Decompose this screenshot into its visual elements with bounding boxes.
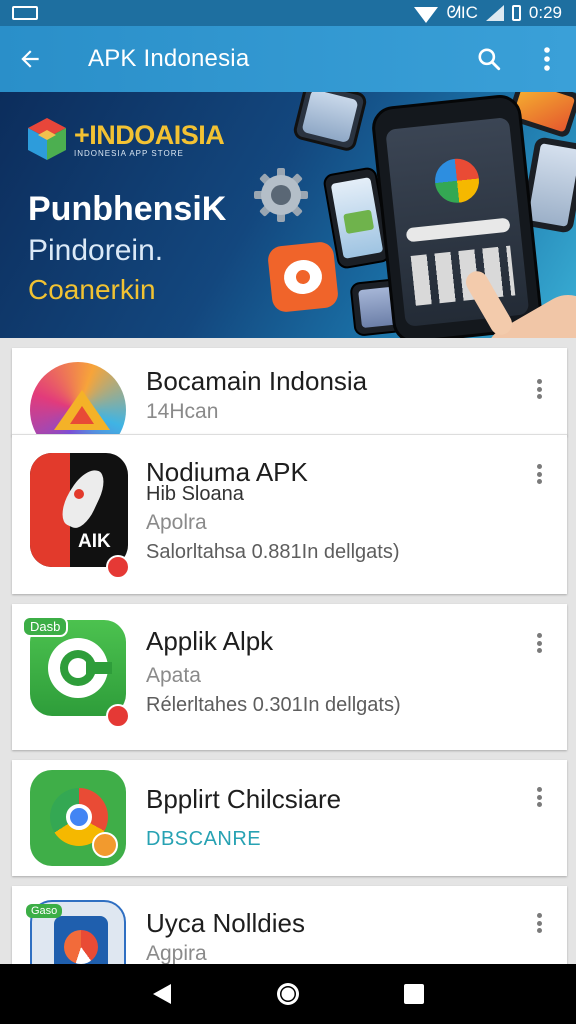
wifi-icon: [414, 6, 439, 23]
phone-illustration: [369, 92, 545, 338]
app-name: Uyca Nolldies: [146, 908, 305, 938]
phone-illustration: [291, 92, 369, 153]
item-menu-button[interactable]: [529, 910, 549, 936]
banner-line-3: Coanerkin: [28, 274, 156, 305]
image-notification-icon: [12, 6, 38, 20]
app-icon-label: AIK: [78, 531, 111, 552]
app-name: Bpplirt Chilcsiare: [146, 784, 342, 814]
battery-icon: [511, 5, 521, 21]
update-badge: [106, 555, 130, 579]
banner-line-1: PunbhensiK: [28, 190, 227, 228]
back-arrow-icon: [21, 50, 39, 68]
status-time: 0:29: [528, 3, 562, 22]
item-menu-button[interactable]: [529, 784, 549, 810]
app-list-item[interactable]: Dasb Applik Alpk Apata Rélerltahes 0.301…: [12, 604, 567, 750]
overflow-menu-button[interactable]: [518, 26, 576, 92]
item-menu-button[interactable]: [529, 461, 549, 487]
recents-nav-button[interactable]: [403, 983, 425, 1005]
banner-brand: +INDOAISIA: [74, 120, 225, 150]
app-stats: Rélerltahes 0.301In dellgats): [146, 694, 401, 716]
item-menu-button[interactable]: [529, 630, 549, 656]
cube-logo-icon: [28, 118, 66, 160]
banner-line-2: Pindorein.: [28, 234, 164, 267]
chat-app-icon: [266, 240, 340, 314]
promo-banner[interactable]: +INDOAISIA INDONESIA APP STORE Punbhensi…: [0, 92, 576, 338]
signal-label: ᘛIC: [446, 3, 478, 22]
gear-icon: [254, 168, 308, 222]
back-nav-button[interactable]: [151, 982, 173, 1006]
banner-logo: +INDOAISIA INDONESIA APP STORE: [26, 116, 225, 162]
app-subtitle: Apolra: [146, 511, 207, 534]
app-list-item[interactable]: AIK Nodiuma APK Hib Sloana Apolra Salorl…: [12, 434, 567, 594]
app-icon: [30, 770, 126, 866]
app-tag-badge: Dasb: [22, 616, 69, 637]
search-icon: [478, 48, 501, 71]
item-menu-button[interactable]: [529, 376, 549, 402]
app-list-item[interactable]: Bocamain Indonsia 14Hcan: [12, 348, 567, 436]
app-subtitle: Agpira: [146, 942, 207, 965]
app-bar: APK Indonesia: [0, 26, 576, 92]
app-developer: Hib Sloana: [146, 483, 244, 505]
app-subtitle: Apata: [146, 664, 201, 687]
app-subtitle: 14Hcan: [146, 400, 219, 423]
status-bar: ᘛIC 0:29: [0, 0, 576, 26]
update-badge: [106, 704, 130, 728]
cell-signal-icon: [485, 5, 504, 21]
app-name: Applik Alpk: [146, 626, 274, 656]
app-list-item[interactable]: Bpplirt Chilcsiare DBSCANRE: [12, 760, 567, 876]
search-button[interactable]: [460, 26, 518, 92]
home-nav-button[interactable]: [275, 981, 301, 1007]
overflow-menu-icon: [544, 47, 550, 71]
app-subtitle: DBSCANRE: [146, 828, 262, 850]
back-button[interactable]: [0, 26, 60, 92]
app-stats: Salorltahsa 0.881In dellgats): [146, 541, 400, 563]
app-name: Bocamain Indonsia: [146, 366, 368, 396]
app-tag-badge: Gaso: [26, 904, 63, 918]
app-icon: AIK: [30, 453, 128, 567]
screen: { "status_bar": { "signal_text": "ᘛIC", …: [0, 0, 576, 1024]
app-list-item[interactable]: Gaso Uyca Nolldies Agpira: [12, 886, 567, 976]
app-icon: [30, 362, 126, 436]
system-navigation-bar: [0, 964, 576, 1024]
page-title: APK Indonesia: [88, 45, 250, 72]
